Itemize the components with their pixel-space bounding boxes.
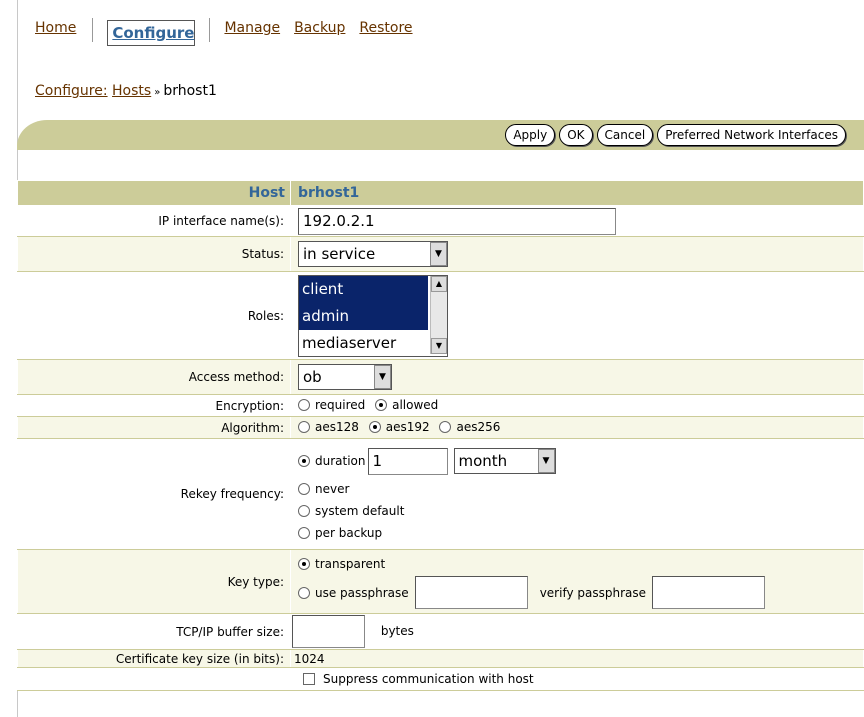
radio-icon (439, 420, 452, 433)
rekey-unit-select[interactable]: month ▼ (453, 448, 556, 474)
ok-button[interactable]: OK (559, 124, 593, 146)
radio-icon (298, 586, 310, 599)
access-value: ob (303, 368, 322, 386)
tab-configure[interactable]: Configure (107, 20, 196, 46)
header-value: brhost1 (290, 180, 864, 206)
list-item[interactable]: admin (299, 302, 428, 330)
encryption-label: Encryption: (17, 394, 291, 417)
encryption-required-radio[interactable]: required (298, 398, 365, 412)
cancel-button[interactable]: Cancel (596, 124, 654, 146)
checkbox-label: Suppress communication with host (323, 672, 534, 686)
chevron-down-icon: ▼ (537, 449, 555, 473)
keytype-label: Key type: (17, 549, 291, 614)
roles-list[interactable]: client admin mediaserver ▲ ▼ (298, 274, 448, 357)
keytype-passphrase-radio[interactable]: use passphrase (298, 586, 409, 600)
header-label: Host (17, 180, 291, 206)
radio-selected-icon (375, 398, 388, 411)
tab-separator (209, 18, 211, 42)
radio-icon (298, 526, 310, 539)
scroll-down-icon[interactable]: ▼ (431, 337, 447, 354)
rekey-duration-radio[interactable]: duration (298, 454, 366, 468)
chevron-down-icon: ▼ (430, 242, 447, 266)
ip-label: IP interface name(s): (17, 205, 291, 237)
radio-label: transparent (315, 556, 386, 571)
radio-label: allowed (392, 397, 439, 412)
radio-label: duration (315, 454, 366, 468)
breadcrumb-hosts-link[interactable]: Hosts (112, 83, 151, 99)
preferred-network-interfaces-button[interactable]: Preferred Network Interfaces (657, 124, 846, 146)
apply-button[interactable]: Apply (505, 124, 556, 146)
access-label: Access method: (17, 359, 291, 395)
breadcrumb-arrow-icon: » (154, 87, 161, 98)
tab-restore[interactable]: Restore (359, 20, 412, 36)
tab-manage[interactable]: Manage (224, 20, 280, 36)
radio-label: per backup (315, 525, 383, 540)
rekey-duration-input[interactable] (367, 447, 448, 475)
radio-label: required (315, 397, 366, 412)
button-bar: Apply OK Cancel Preferred Network Interf… (17, 120, 864, 150)
tab-home[interactable]: Home (35, 20, 76, 36)
verify-passphrase-label: verify passphrase (539, 585, 646, 600)
top-tabs: Home Configure Manage Backup Restore (35, 18, 427, 46)
rekey-per-backup-radio[interactable]: per backup (298, 526, 382, 540)
breadcrumb-current: brhost1 (163, 83, 217, 99)
checkbox-icon (303, 673, 315, 685)
scroll-up-icon[interactable]: ▲ (431, 275, 447, 292)
radio-selected-icon (298, 455, 310, 467)
radio-icon (298, 420, 310, 433)
algorithm-aes256-radio[interactable]: aes256 (439, 420, 500, 434)
breadcrumb-configure-link[interactable]: Configure: (35, 83, 108, 99)
suppress-checkbox[interactable]: Suppress communication with host (303, 668, 863, 690)
radio-selected-icon (298, 557, 310, 570)
roles-label: Roles: (17, 271, 291, 360)
algorithm-label: Algorithm: (17, 416, 291, 439)
list-item[interactable]: client (299, 275, 428, 303)
tab-separator (92, 18, 94, 42)
algorithm-aes128-radio[interactable]: aes128 (298, 420, 359, 434)
tcp-unit-label: bytes (380, 624, 414, 638)
host-form: Host brhost1 IP interface name(s): Statu… (17, 180, 864, 691)
keytype-transparent-radio[interactable]: transparent (298, 557, 385, 571)
radio-icon (298, 504, 310, 517)
status-select[interactable]: in service ▼ (298, 241, 448, 267)
status-value: in service (303, 245, 376, 263)
radio-label: use passphrase (315, 585, 409, 600)
radio-selected-icon (368, 420, 381, 433)
form-header: Host brhost1 (17, 180, 864, 206)
rekey-unit-value: month (458, 452, 508, 470)
encryption-allowed-radio[interactable]: allowed (375, 398, 438, 412)
radio-icon (298, 398, 310, 411)
roles-scrollbar[interactable]: ▲ ▼ (430, 275, 447, 354)
radio-label: aes256 (456, 419, 501, 434)
passphrase-input[interactable] (414, 576, 528, 609)
status-label: Status: (17, 236, 291, 272)
ip-interface-input[interactable] (298, 207, 616, 235)
radio-label: aes128 (315, 419, 359, 434)
radio-label: system default (315, 503, 405, 518)
list-item[interactable]: mediaserver (299, 330, 428, 357)
rekey-label: Rekey frequency: (17, 438, 291, 550)
empty-cell (17, 667, 291, 691)
cert-label: Certificate key size (in bits): (17, 649, 291, 668)
rekey-system-default-radio[interactable]: system default (298, 504, 404, 518)
cert-value: 1024 (290, 649, 864, 668)
chevron-down-icon: ▼ (374, 365, 391, 389)
radio-label: aes192 (385, 419, 430, 434)
rekey-never-radio[interactable]: never (298, 482, 349, 496)
radio-label: never (315, 481, 350, 496)
tab-backup[interactable]: Backup (294, 20, 345, 36)
breadcrumb: Configure: Hosts» brhost1 (35, 83, 217, 99)
tcp-label: TCP/IP buffer size: (17, 613, 291, 650)
verify-passphrase-input[interactable] (652, 576, 765, 609)
radio-icon (298, 482, 310, 495)
algorithm-aes192-radio[interactable]: aes192 (368, 419, 430, 434)
access-method-select[interactable]: ob ▼ (298, 364, 392, 390)
tcp-buffer-input[interactable] (292, 615, 365, 648)
